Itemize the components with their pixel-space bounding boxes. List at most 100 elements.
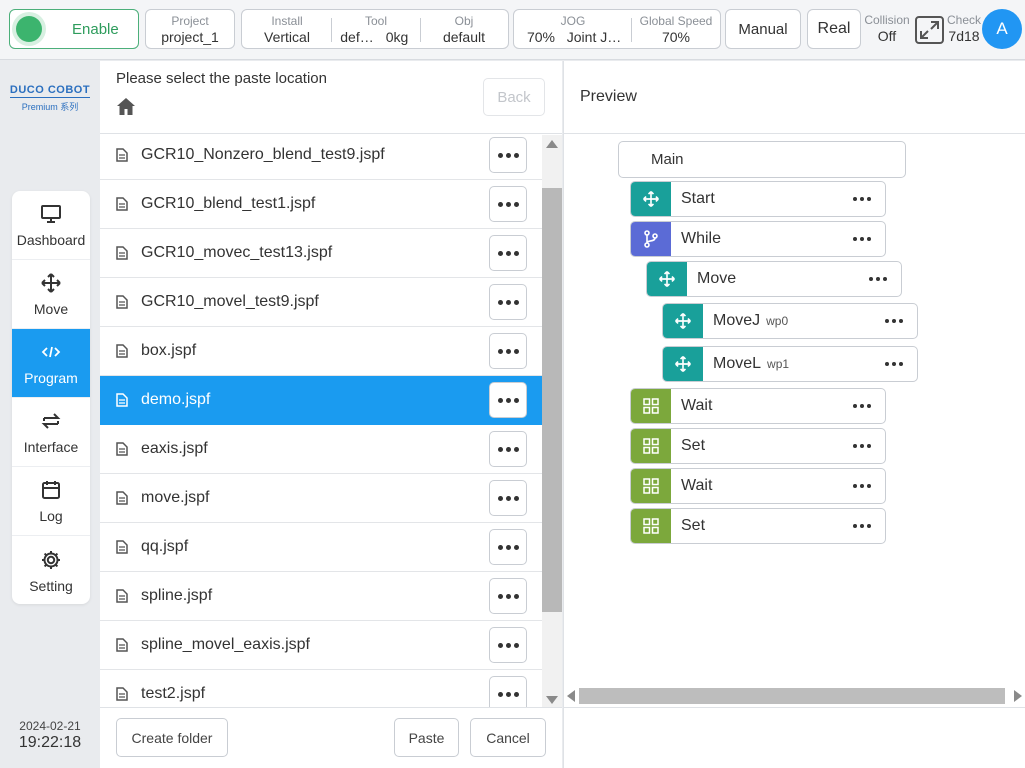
more-dots-icon	[497, 397, 519, 403]
check-status[interactable]: Check 7d18	[946, 9, 982, 49]
program-node-movel[interactable]: MoveL wp1	[662, 346, 918, 382]
enable-button[interactable]: Enable	[9, 9, 139, 49]
cancel-button[interactable]: Cancel	[470, 718, 546, 757]
scroll-right-arrow-icon[interactable]	[1014, 690, 1022, 702]
file-name: move.jspf	[141, 489, 210, 506]
node-label: While	[681, 230, 722, 247]
nav-item-log[interactable]: Log	[12, 467, 90, 536]
power-status-indicator	[16, 16, 42, 42]
more-options-button[interactable]	[489, 235, 527, 271]
program-node-set[interactable]: Set	[630, 508, 886, 544]
vertical-scrollbar[interactable]	[542, 135, 562, 707]
nav-item-move[interactable]: Move	[12, 260, 90, 329]
list-item[interactable]: GCR10_blend_test1.jspf	[100, 180, 542, 229]
scroll-down-arrow-icon[interactable]	[546, 696, 558, 704]
more-dots-icon[interactable]	[853, 404, 871, 408]
scroll-thumb[interactable]	[542, 188, 562, 612]
list-item[interactable]: GCR10_movel_test9.jspf	[100, 278, 542, 327]
grid-icon	[631, 509, 671, 543]
jog-speed-panel[interactable]: JOG 70% Joint J… Global Speed 70%	[513, 9, 721, 49]
list-item[interactable]: move.jspf	[100, 474, 542, 523]
more-options-button[interactable]	[489, 382, 527, 418]
nav-item-dashboard[interactable]: Dashboard	[12, 191, 90, 260]
list-item[interactable]: eaxis.jspf	[100, 425, 542, 474]
more-dots-icon[interactable]	[885, 319, 903, 323]
more-options-button[interactable]	[489, 529, 527, 565]
more-options-button[interactable]	[489, 578, 527, 614]
scroll-thumb[interactable]	[579, 688, 1005, 704]
list-item-selected[interactable]: demo.jspf	[100, 376, 542, 425]
program-main-node[interactable]: Main	[618, 141, 906, 178]
program-node-wait[interactable]: Wait	[630, 388, 886, 424]
more-dots-icon[interactable]	[853, 237, 871, 241]
more-dots-icon	[497, 593, 519, 599]
more-dots-icon[interactable]	[853, 444, 871, 448]
nav-label: Setting	[29, 577, 73, 594]
expand-icon[interactable]	[915, 16, 944, 44]
back-button[interactable]: Back	[483, 78, 545, 116]
move-arrows-icon	[663, 304, 703, 338]
current-time: 19:22:18	[18, 734, 82, 751]
program-node-set[interactable]: Set	[630, 428, 886, 464]
horizontal-scrollbar[interactable]	[564, 686, 1025, 706]
global-speed-caption: Global Speed	[639, 14, 713, 28]
more-options-button[interactable]	[489, 431, 527, 467]
program-node-while[interactable]: While	[630, 221, 886, 257]
more-options-button[interactable]	[489, 480, 527, 516]
more-options-button[interactable]	[489, 137, 527, 173]
program-node-move[interactable]: Move	[646, 261, 902, 297]
program-node-movej[interactable]: MoveJ wp0	[662, 303, 918, 339]
more-options-button[interactable]	[489, 333, 527, 369]
install-tool-obj-panel[interactable]: Install Vertical Tool def… 0kg Obj defau…	[241, 9, 509, 49]
list-item[interactable]: GCR10_Nonzero_blend_test9.jspf	[100, 135, 542, 180]
more-dots-icon	[497, 152, 519, 158]
home-icon[interactable]	[116, 97, 136, 121]
grid-icon	[631, 429, 671, 463]
file-icon	[116, 393, 130, 407]
real-mode-button[interactable]: Real	[807, 9, 861, 49]
more-options-button[interactable]	[489, 284, 527, 320]
monitor-icon	[40, 202, 62, 226]
waypoint-label: wp0	[766, 314, 789, 328]
panel-header: Please select the paste location Back	[100, 61, 562, 134]
list-item[interactable]: box.jspf	[100, 327, 542, 376]
node-label: Wait	[681, 397, 713, 414]
project-selector[interactable]: Project project_1	[145, 9, 235, 49]
scroll-up-arrow-icon[interactable]	[546, 140, 558, 148]
list-item[interactable]: spline.jspf	[100, 572, 542, 621]
node-label: Set	[681, 517, 706, 534]
more-dots-icon[interactable]	[853, 484, 871, 488]
tool-caption: Tool	[364, 14, 387, 28]
main-label: Main	[651, 151, 684, 168]
more-options-button[interactable]	[489, 186, 527, 222]
more-dots-icon[interactable]	[853, 524, 871, 528]
more-options-button[interactable]	[489, 627, 527, 663]
node-label: MoveJ wp0	[713, 312, 788, 330]
paste-location-panel: Please select the paste location Back GC…	[100, 61, 562, 768]
more-dots-icon[interactable]	[853, 197, 871, 201]
check-caption: Check	[946, 13, 981, 27]
node-label: MoveL wp1	[713, 355, 789, 373]
collision-status[interactable]: Collision Off	[864, 9, 910, 49]
more-dots-icon[interactable]	[869, 277, 887, 281]
list-item[interactable]: GCR10_movec_test13.jspf	[100, 229, 542, 278]
list-item[interactable]: spline_movel_eaxis.jspf	[100, 621, 542, 670]
program-node-wait[interactable]: Wait	[630, 468, 886, 504]
scroll-left-arrow-icon[interactable]	[567, 690, 575, 702]
nav-item-program[interactable]: Program	[12, 329, 90, 398]
more-options-button[interactable]	[489, 676, 527, 707]
nav-label: Dashboard	[16, 232, 86, 248]
nav-item-interface[interactable]: Interface	[12, 398, 90, 467]
list-item[interactable]: test2.jspf	[100, 670, 542, 707]
create-folder-button[interactable]: Create folder	[116, 718, 228, 757]
more-dots-icon[interactable]	[885, 362, 903, 366]
nav-item-setting[interactable]: Setting	[12, 536, 90, 604]
avatar[interactable]: A	[982, 9, 1022, 49]
list-item[interactable]: qq.jspf	[100, 523, 542, 572]
program-node-start[interactable]: Start	[630, 181, 886, 217]
project-value: project_1	[161, 29, 219, 45]
paste-button[interactable]: Paste	[394, 718, 459, 757]
preview-footer	[564, 707, 1025, 768]
manual-mode-button[interactable]: Manual	[725, 9, 801, 49]
jog-caption: JOG	[560, 14, 586, 28]
